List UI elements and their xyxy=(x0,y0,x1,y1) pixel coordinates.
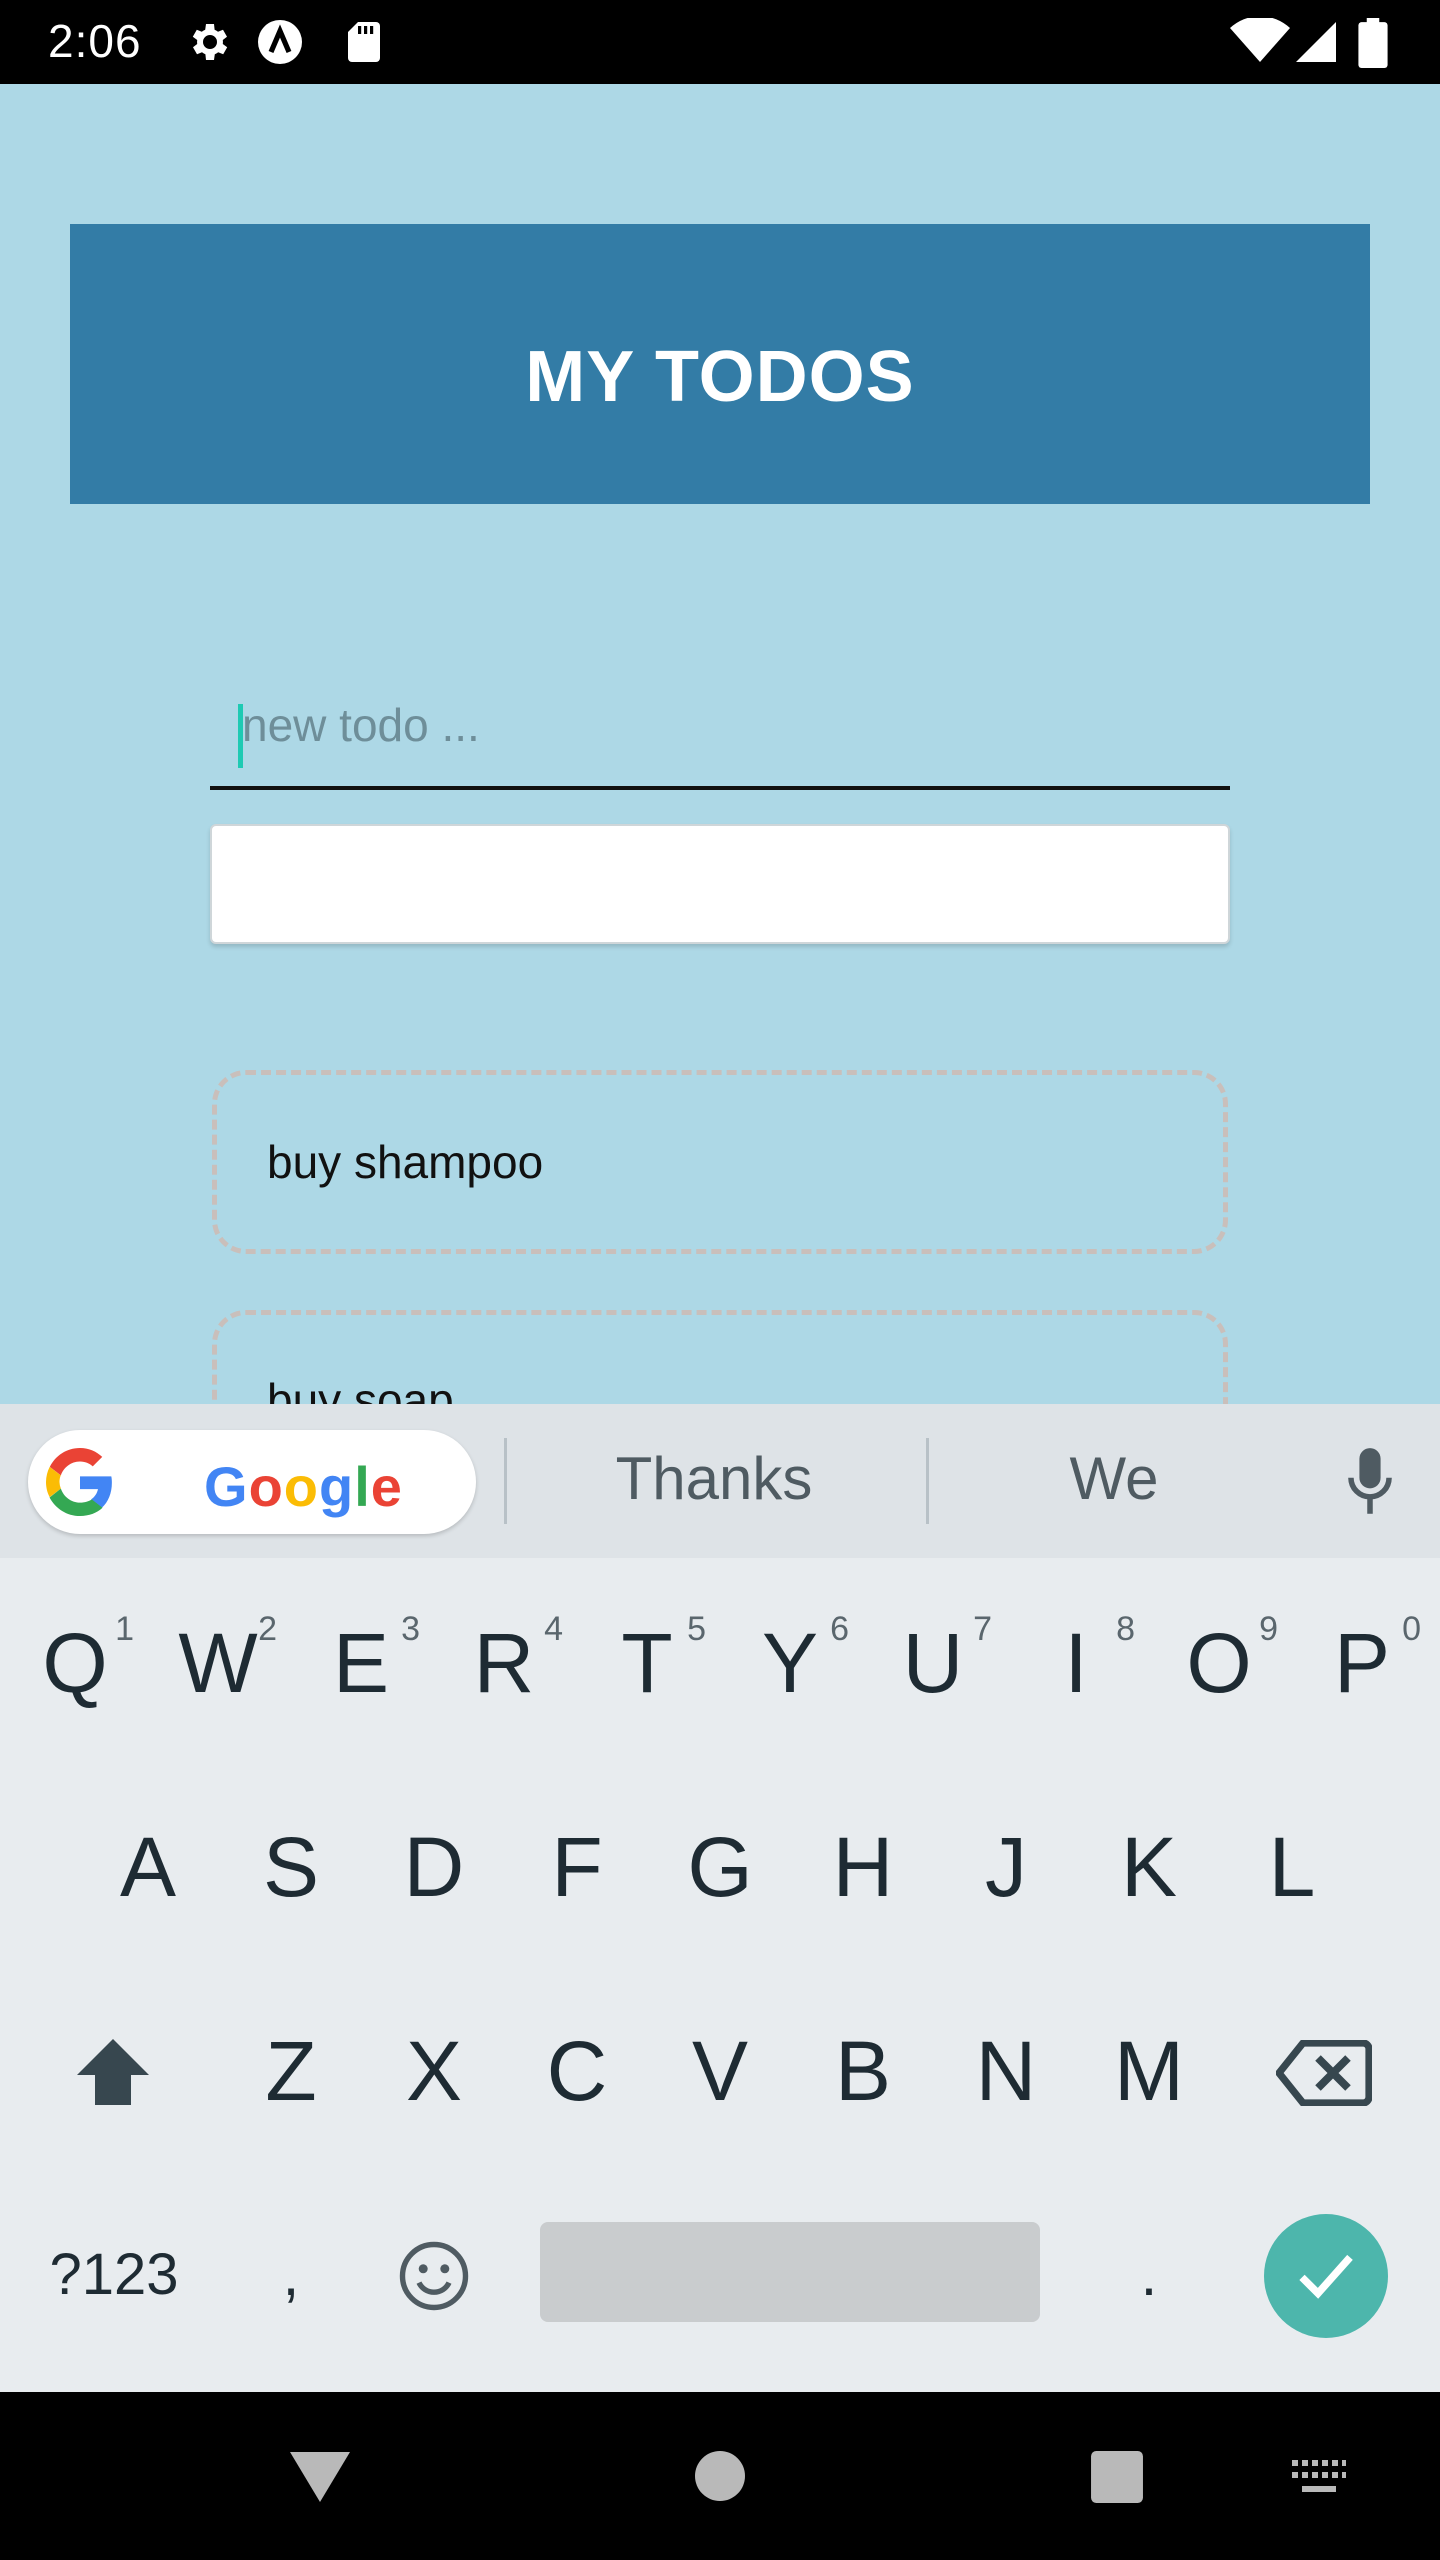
key-label: Q xyxy=(42,1616,108,1710)
suggestion-word[interactable]: Thanks xyxy=(564,1444,864,1513)
key-hint: 7 xyxy=(973,1610,992,1648)
key-c[interactable]: C xyxy=(512,1996,642,2146)
soft-keyboard: Google Thanks We Q1 W2 E3 R4 T5 Y6 U7 I8… xyxy=(0,1404,1440,2392)
key-s[interactable]: S xyxy=(226,1792,356,1942)
key-hint: 2 xyxy=(258,1610,277,1648)
shift-key[interactable] xyxy=(48,1996,178,2146)
key-k[interactable]: K xyxy=(1084,1792,1214,1942)
suggestion-strip: Google Thanks We xyxy=(0,1404,1440,1558)
key-label: U xyxy=(902,1616,964,1710)
key-hint: 3 xyxy=(401,1610,420,1648)
key-hint: 9 xyxy=(1259,1610,1278,1648)
key-hint: 1 xyxy=(115,1610,134,1648)
key-g[interactable]: G xyxy=(655,1792,785,1942)
suggestion-divider xyxy=(926,1438,929,1524)
enter-done-button[interactable] xyxy=(1264,2214,1388,2338)
key-j[interactable]: J xyxy=(941,1792,1071,1942)
new-todo-input[interactable] xyxy=(240,674,1224,776)
google-search-button[interactable]: Google xyxy=(28,1430,476,1534)
backspace-icon xyxy=(1276,2040,1372,2106)
status-time: 2:06 xyxy=(48,15,142,67)
key-l[interactable]: L xyxy=(1227,1792,1357,1942)
key-v[interactable]: V xyxy=(655,1996,785,2146)
period-key[interactable]: . xyxy=(1084,2200,1214,2350)
key-a[interactable]: A xyxy=(83,1792,213,1942)
key-y[interactable]: Y6 xyxy=(725,1588,855,1738)
todo-item-label: buy shampoo xyxy=(267,1136,544,1188)
key-label: O xyxy=(1186,1616,1252,1710)
shift-arrow-icon xyxy=(77,2039,149,2105)
todo-item[interactable]: buy soap xyxy=(212,1310,1228,1404)
emoji-smiley-icon xyxy=(399,2241,469,2311)
google-letter: G xyxy=(204,1455,249,1518)
key-label: E xyxy=(332,1616,390,1710)
key-i[interactable]: I8 xyxy=(1011,1588,1141,1738)
suggestion-divider xyxy=(504,1438,507,1524)
app-header: MY TODOS xyxy=(70,224,1370,504)
back-triangle-icon[interactable] xyxy=(288,2448,352,2504)
key-label: Y xyxy=(761,1616,819,1710)
key-q[interactable]: Q1 xyxy=(10,1588,140,1738)
signal-icon xyxy=(1296,22,1336,62)
key-b[interactable]: B xyxy=(798,1996,928,2146)
key-d[interactable]: D xyxy=(369,1792,499,1942)
battery-icon xyxy=(1358,18,1388,68)
google-g-icon xyxy=(46,1448,112,1516)
key-x[interactable]: X xyxy=(369,1996,499,2146)
key-hint: 4 xyxy=(544,1610,563,1648)
todo-item-label: buy soap xyxy=(267,1374,454,1404)
page-title: MY TODOS xyxy=(525,337,915,417)
google-doodle-text: Google xyxy=(204,1454,403,1519)
google-letter: o xyxy=(248,1455,284,1518)
backspace-key[interactable] xyxy=(1256,1996,1386,2146)
key-e[interactable]: E3 xyxy=(296,1588,426,1738)
keyboard-switch-icon[interactable] xyxy=(1290,2458,1348,2498)
key-n[interactable]: N xyxy=(941,1996,1071,2146)
key-label: T xyxy=(621,1616,673,1710)
key-z[interactable]: Z xyxy=(226,1996,356,2146)
emoji-key[interactable] xyxy=(368,2200,498,2350)
status-bar: 2:06 xyxy=(0,0,1440,84)
wifi-icon xyxy=(1230,18,1290,62)
google-letter: g xyxy=(319,1455,355,1518)
new-todo-field[interactable] xyxy=(210,674,1230,790)
key-u[interactable]: U7 xyxy=(868,1588,998,1738)
home-circle-icon[interactable] xyxy=(694,2450,746,2502)
key-o[interactable]: O9 xyxy=(1154,1588,1284,1738)
key-label: W xyxy=(178,1616,258,1710)
spacebar[interactable] xyxy=(540,2222,1040,2322)
google-letter: e xyxy=(370,1455,403,1518)
add-todo-button[interactable] xyxy=(210,824,1230,944)
sd-card-icon xyxy=(348,22,380,62)
a-circle-icon xyxy=(258,20,302,64)
key-label: R xyxy=(473,1616,535,1710)
key-hint: 0 xyxy=(1402,1610,1421,1648)
suggestion-word[interactable]: We xyxy=(964,1444,1264,1513)
comma-key[interactable]: , xyxy=(226,2200,356,2350)
key-m[interactable]: M xyxy=(1084,1996,1214,2146)
gear-icon xyxy=(192,24,228,60)
google-letter: l xyxy=(354,1455,371,1518)
key-t[interactable]: T5 xyxy=(582,1588,712,1738)
google-letter: o xyxy=(283,1455,319,1518)
key-f[interactable]: F xyxy=(512,1792,642,1942)
key-h[interactable]: H xyxy=(798,1792,928,1942)
key-hint: 8 xyxy=(1116,1610,1135,1648)
key-hint: 6 xyxy=(830,1610,849,1648)
key-r[interactable]: R4 xyxy=(439,1588,569,1738)
checkmark-icon xyxy=(1299,2254,1353,2299)
navigation-bar xyxy=(0,2392,1440,2560)
key-label: P xyxy=(1333,1616,1391,1710)
symbols-key[interactable]: ?123 xyxy=(24,2200,204,2350)
todo-app: MY TODOS buy shampoo buy soap xyxy=(0,84,1440,1404)
key-label: I xyxy=(1064,1616,1088,1710)
key-w[interactable]: W2 xyxy=(153,1588,283,1738)
key-hint: 5 xyxy=(687,1610,706,1648)
recents-square-icon[interactable] xyxy=(1090,2450,1144,2504)
todo-item[interactable]: buy shampoo xyxy=(212,1070,1228,1254)
microphone-icon[interactable] xyxy=(1344,1446,1396,1518)
key-p[interactable]: P0 xyxy=(1297,1588,1427,1738)
